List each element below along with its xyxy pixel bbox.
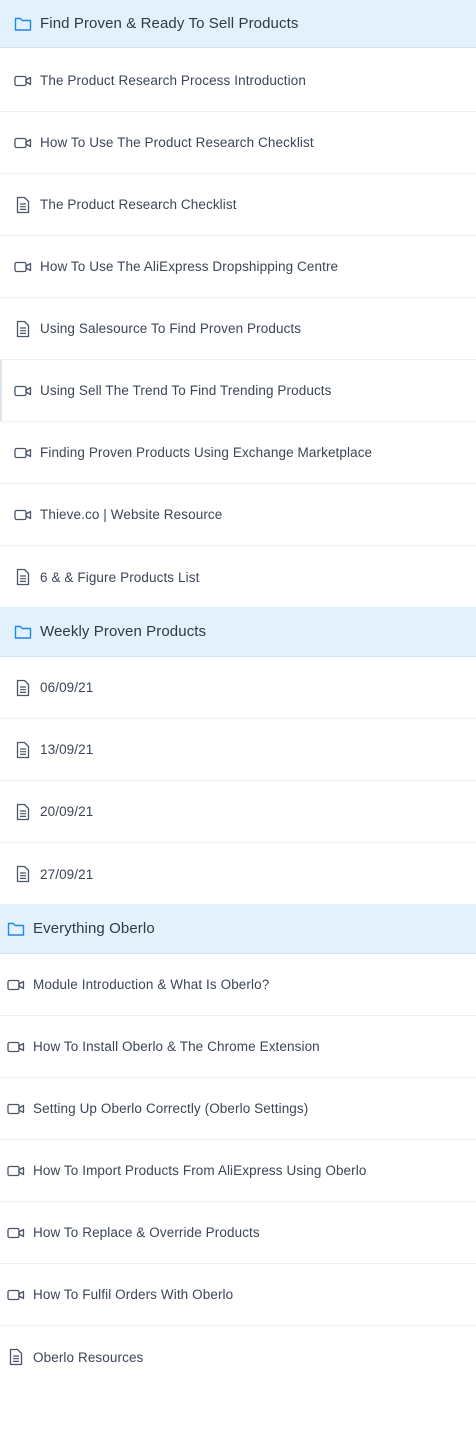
lesson-item[interactable]: The Product Research Checklist — [0, 174, 476, 236]
lesson-item[interactable]: How To Import Products From AliExpress U… — [0, 1140, 476, 1202]
lesson-item[interactable]: Module Introduction & What Is Oberlo? — [0, 954, 476, 1016]
lesson-label: How To Replace & Override Products — [33, 1225, 260, 1240]
video-icon — [14, 506, 32, 524]
folder-icon — [14, 15, 32, 33]
lesson-label: 06/09/21 — [40, 680, 94, 695]
lesson-item[interactable]: How To Install Oberlo & The Chrome Exten… — [0, 1016, 476, 1078]
section-title: Weekly Proven Products — [40, 623, 207, 640]
curriculum-list: Find Proven & Ready To Sell Products The… — [0, 0, 476, 1440]
folder-icon — [14, 623, 32, 641]
video-icon — [7, 1162, 25, 1180]
lesson-item[interactable]: 13/09/21 — [0, 719, 476, 781]
section-header-weekly-proven-products[interactable]: Weekly Proven Products — [0, 607, 476, 657]
document-icon — [14, 196, 32, 214]
lesson-label: Module Introduction & What Is Oberlo? — [33, 977, 270, 992]
document-icon — [14, 741, 32, 759]
lesson-label: Thieve.co | Website Resource — [40, 507, 223, 522]
document-icon — [14, 865, 32, 883]
document-icon — [14, 320, 32, 338]
lesson-label: 13/09/21 — [40, 742, 94, 757]
video-icon — [14, 444, 32, 462]
lesson-item[interactable]: How To Replace & Override Products — [0, 1202, 476, 1264]
section-header-find-proven-products[interactable]: Find Proven & Ready To Sell Products — [0, 0, 476, 48]
lesson-label: 6 & & Figure Products List — [40, 569, 200, 585]
lesson-label: The Product Research Process Introductio… — [40, 73, 306, 88]
lesson-label: How To Use The AliExpress Dropshipping C… — [40, 259, 339, 274]
video-icon — [7, 976, 25, 994]
lesson-label: 27/09/21 — [40, 866, 94, 882]
video-icon — [7, 1100, 25, 1118]
lesson-item[interactable]: The Product Research Process Introductio… — [0, 50, 476, 112]
folder-icon — [7, 920, 25, 938]
lesson-item[interactable]: 20/09/21 — [0, 781, 476, 843]
lesson-label: How To Fulfil Orders With Oberlo — [33, 1287, 234, 1302]
lesson-item[interactable]: How To Use The Product Research Checklis… — [0, 112, 476, 174]
lesson-item[interactable]: 27/09/21 — [0, 843, 476, 905]
document-icon — [14, 803, 32, 821]
lesson-label: How To Use The Product Research Checklis… — [40, 135, 314, 150]
lesson-item[interactable]: Setting Up Oberlo Correctly (Oberlo Sett… — [0, 1078, 476, 1140]
lesson-item[interactable]: Using Salesource To Find Proven Products — [0, 298, 476, 360]
video-icon — [7, 1224, 25, 1242]
lesson-label: How To Install Oberlo & The Chrome Exten… — [33, 1039, 320, 1054]
lesson-item[interactable]: 06/09/21 — [0, 657, 476, 719]
video-icon — [14, 382, 32, 400]
lesson-label: Setting Up Oberlo Correctly (Oberlo Sett… — [33, 1101, 309, 1116]
video-icon — [14, 258, 32, 276]
lesson-item[interactable]: Finding Proven Products Using Exchange M… — [0, 422, 476, 484]
lesson-label: Using Salesource To Find Proven Products — [40, 321, 302, 336]
video-icon — [7, 1038, 25, 1056]
section-title: Everything Oberlo — [33, 920, 155, 937]
lesson-item[interactable]: 6 & & Figure Products List — [0, 546, 476, 608]
section-header-everything-oberlo[interactable]: Everything Oberlo — [0, 904, 476, 954]
video-icon — [14, 134, 32, 152]
lesson-item[interactable]: Using Sell The Trend To Find Trending Pr… — [0, 360, 476, 422]
document-icon — [7, 1348, 25, 1366]
document-icon — [14, 679, 32, 697]
lesson-label: The Product Research Checklist — [40, 197, 237, 212]
lesson-label: Using Sell The Trend To Find Trending Pr… — [40, 383, 332, 398]
lesson-label: Oberlo Resources — [33, 1349, 144, 1365]
section-title: Find Proven & Ready To Sell Products — [40, 15, 299, 32]
lesson-item[interactable]: Oberlo Resources — [0, 1326, 476, 1388]
lesson-label: How To Import Products From AliExpress U… — [33, 1163, 367, 1178]
lesson-label: Finding Proven Products Using Exchange M… — [40, 445, 373, 460]
lesson-item[interactable]: Thieve.co | Website Resource — [0, 484, 476, 546]
lesson-label: 20/09/21 — [40, 804, 94, 819]
row-marker — [0, 360, 2, 421]
document-icon — [14, 568, 32, 586]
lesson-item[interactable]: How To Fulfil Orders With Oberlo — [0, 1264, 476, 1326]
video-icon — [7, 1286, 25, 1304]
video-icon — [14, 72, 32, 90]
lesson-item[interactable]: How To Use The AliExpress Dropshipping C… — [0, 236, 476, 298]
